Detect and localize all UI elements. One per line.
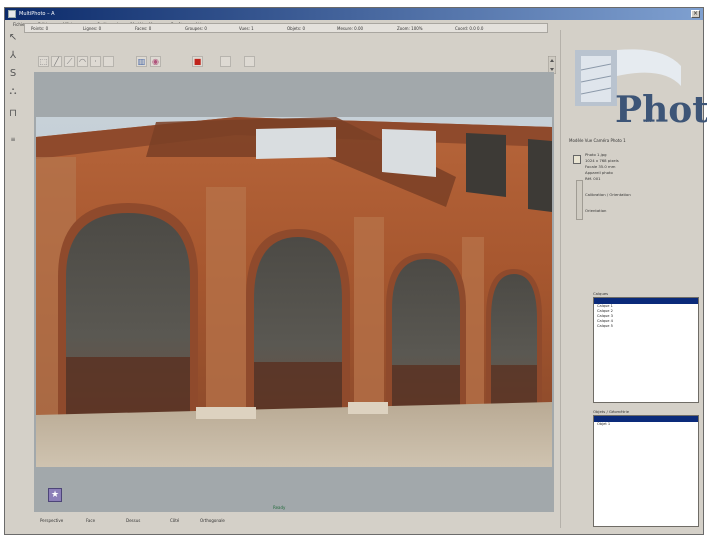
close-button[interactable]: × <box>691 10 700 18</box>
color-button[interactable]: ◉ <box>150 56 161 67</box>
network-tool-icon[interactable]: ⛬ <box>7 86 19 98</box>
pen-button[interactable]: ╱ <box>51 56 62 67</box>
list-item[interactable]: Objet 1 <box>594 422 698 427</box>
info-points: Points: 0 <box>31 26 49 31</box>
app-icon <box>8 10 16 18</box>
node-button[interactable]: · <box>90 56 101 67</box>
plane-button[interactable]: ▥ <box>136 56 147 67</box>
tool-palette: ↖ ⅄ S ⛬ ⊓ ≡ <box>3 26 23 156</box>
curve-tool-icon[interactable]: S <box>7 68 19 80</box>
plane-tool-icon[interactable]: ⊓ <box>7 108 19 120</box>
tab-perspective[interactable]: Perspective <box>40 518 63 523</box>
extra-tool-icon[interactable]: ≡ <box>7 134 19 146</box>
window-title: MultiPhoto – A <box>19 11 55 17</box>
right-panel-tabs[interactable]: Modèle Vue Caméra Photo 1 <box>569 138 626 143</box>
info-objects: Objets: 0 <box>287 26 306 31</box>
logo-text: Photo <box>615 89 707 131</box>
canvas-badge-icon[interactable]: ★ <box>48 488 62 502</box>
info-lines: Lignes: 0 <box>83 26 102 31</box>
info-zoom: Zoom: 100% <box>397 26 423 31</box>
select-button[interactable]: ⬚ <box>38 56 49 67</box>
arc-button[interactable]: ◠ <box>77 56 88 67</box>
file-dimensions: 1024 x 768 pixels <box>585 158 619 163</box>
tab-ortho[interactable]: Orthogonale <box>200 518 225 523</box>
file-camera: Appareil photo <box>585 170 613 175</box>
calibration-label: Calibration / Orientation <box>585 192 631 197</box>
file-ref: Réf. 001 <box>585 176 601 181</box>
building-photo[interactable] <box>36 117 552 467</box>
blank-button-2[interactable] <box>220 56 231 67</box>
app-logo: Photo <box>573 46 707 128</box>
file-focal: Focale 35.0 mm <box>585 164 616 169</box>
vertex-tool-icon[interactable]: ⅄ <box>7 50 19 62</box>
info-bar: Points: 0 Lignes: 0 Faces: 0 Groupes: 0 … <box>24 23 548 33</box>
info-scrollbar[interactable] <box>576 180 583 220</box>
tab-top[interactable]: Dessus <box>126 518 140 523</box>
blank-button-3[interactable] <box>244 56 255 67</box>
view-tabs: Perspective Face Dessus Côté Orthogonale <box>34 515 554 525</box>
info-views: Vues: 1 <box>239 26 254 31</box>
objects-list[interactable]: Objet 1 <box>593 415 699 527</box>
file-name: Photo 1.jpg <box>585 152 607 157</box>
info-groups: Groupes: 0 <box>185 26 207 31</box>
polyline-button[interactable]: ⟋ <box>64 56 75 67</box>
info-faces: Faces: 0 <box>135 26 152 31</box>
drawing-toolbar: ⬚ ╱ ⟋ ◠ · ▥ ◉ ■ <box>34 55 554 69</box>
blank-button-1[interactable] <box>103 56 114 67</box>
stop-button[interactable]: ■ <box>192 56 203 67</box>
orientation-label: Orientation <box>585 208 607 213</box>
pointer-tool-icon[interactable]: ↖ <box>7 32 19 44</box>
logo-subtitle: v1.0 <box>643 118 652 123</box>
list-item[interactable]: Calque 5 <box>594 324 698 329</box>
canvas-status: Ready <box>273 505 286 510</box>
layers-list[interactable]: Calque 1 Calque 2 Calque 3 Calque 4 Calq… <box>593 297 699 403</box>
tab-face[interactable]: Face <box>86 518 95 523</box>
title-bar: MultiPhoto – A × <box>5 8 703 20</box>
tab-side[interactable]: Côté <box>170 518 179 523</box>
info-coords: Coord: 0.0 0.0 <box>455 26 484 31</box>
folder-icon <box>573 155 581 164</box>
info-measure: Mesure: 0.00 <box>337 26 364 31</box>
